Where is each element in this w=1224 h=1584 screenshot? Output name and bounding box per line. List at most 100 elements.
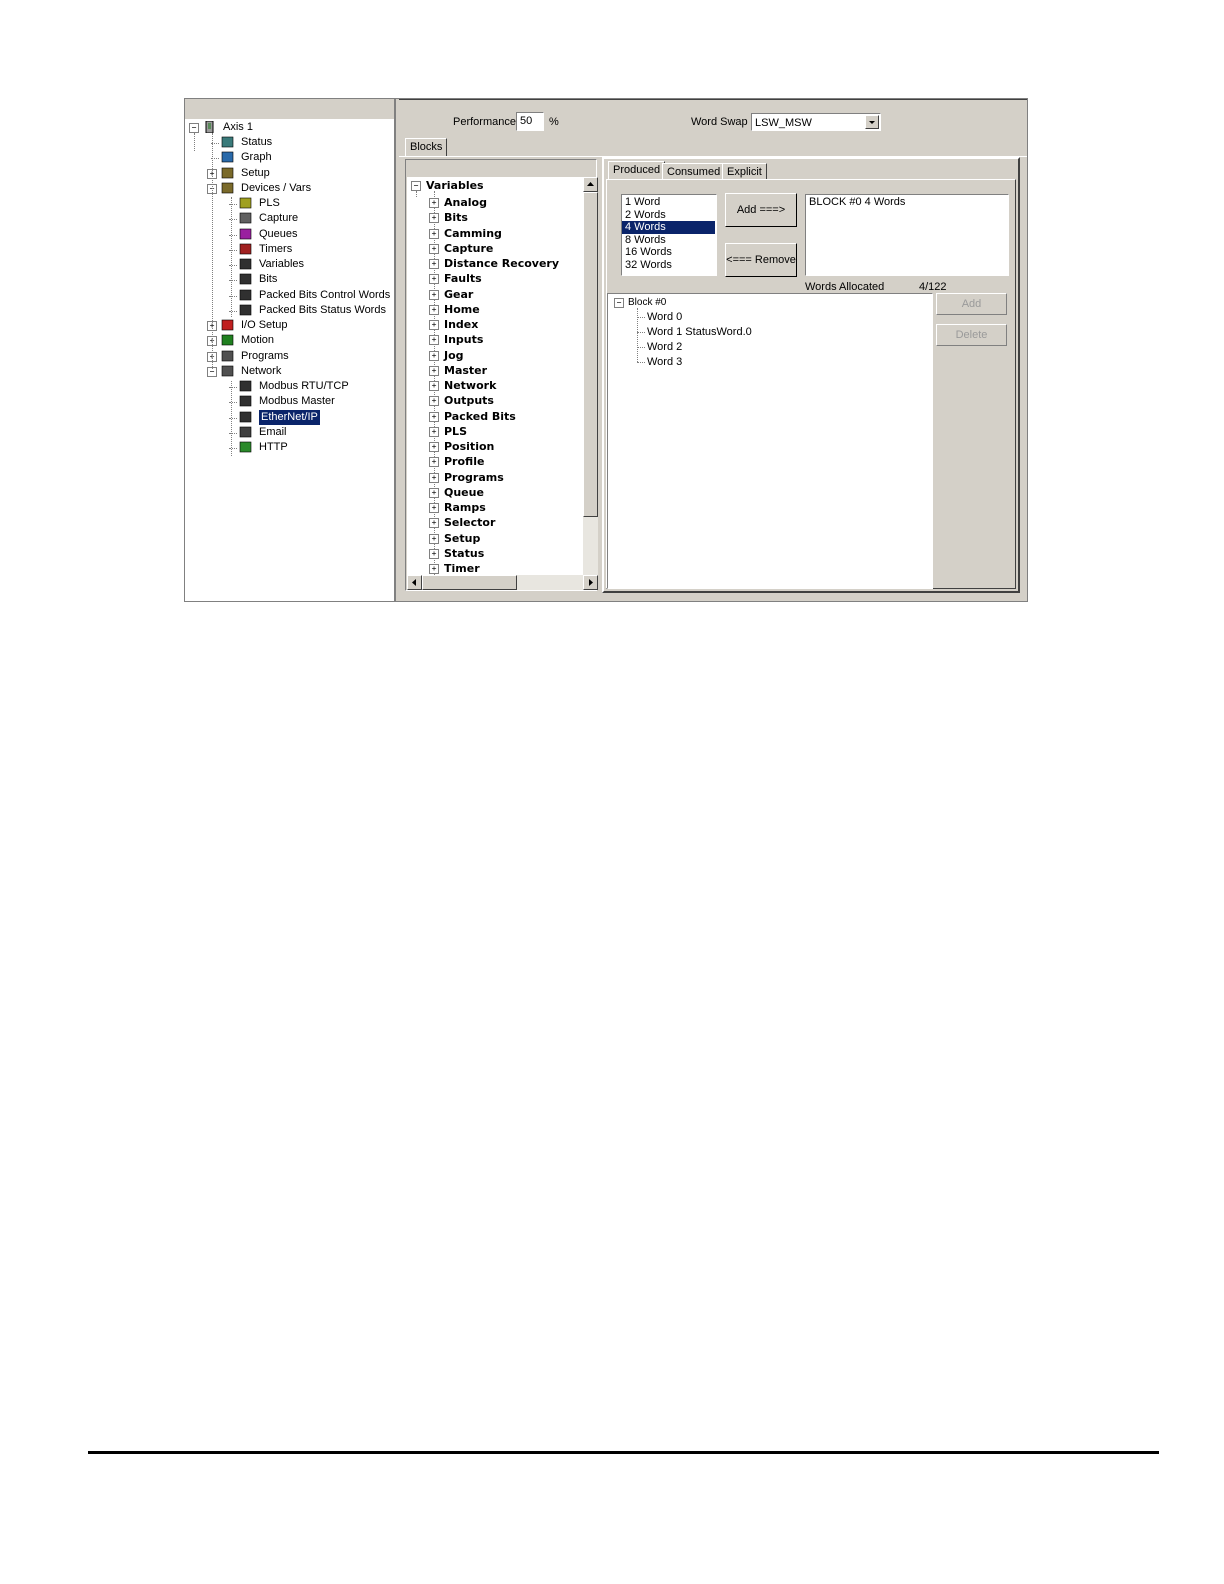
remove-block-button[interactable]: <=== Remove [725,243,797,277]
vertical-scrollbar[interactable] [583,177,598,575]
expand-icon[interactable]: + [429,198,439,208]
performance-input[interactable]: 50 [516,112,544,131]
block-tree[interactable]: − Block #0 Word 0 Word 1 StatusWord.0 Wo… [607,293,933,589]
tree-item[interactable]: HTTP [185,440,394,455]
list-item[interactable]: 1 Word [622,196,716,209]
add-block-button[interactable]: Add ===> [725,193,797,227]
variable-group[interactable]: Setup [444,532,480,545]
block-word[interactable]: Word 3 [647,355,682,370]
expand-icon[interactable]: + [429,487,439,498]
tree-item[interactable]: + Programs [185,349,394,364]
expand-icon[interactable]: + [429,243,439,254]
expand-icon[interactable]: + [429,274,439,285]
variable-group[interactable]: Inputs [444,333,483,346]
tree-item[interactable]: Status [185,135,394,150]
variable-group[interactable]: Gear [444,288,473,301]
list-item[interactable]: 8 Words [622,234,716,247]
variable-group[interactable]: Index [444,318,478,331]
variable-group[interactable]: Distance Recovery [444,257,559,270]
variable-group[interactable]: Position [444,440,494,453]
variable-group[interactable]: Selector [444,516,495,529]
scroll-thumb[interactable] [583,192,598,517]
tree-item[interactable]: + Setup [185,166,394,181]
tree-item[interactable]: Timers [185,242,394,257]
tree-item[interactable]: PLS [185,196,394,211]
expand-icon[interactable]: + [429,533,439,544]
scroll-left-button[interactable] [407,575,422,590]
expand-icon[interactable]: + [429,396,439,407]
tree-item[interactable]: Bits [185,272,394,287]
tree-item[interactable]: Packed Bits Control Words [185,288,394,303]
collapse-icon[interactable]: − [189,123,199,133]
collapse-icon[interactable]: − [614,298,624,308]
block-listbox[interactable]: BLOCK #0 4 Words [805,194,1009,276]
variable-group[interactable]: Master [444,364,487,377]
tab-consumed[interactable]: Consumed [662,163,726,180]
list-item-selected[interactable]: 4 Words [622,221,715,234]
variable-group[interactable]: Ramps [444,501,486,514]
side-add-button[interactable]: Add [936,293,1007,315]
tree-item[interactable]: Capture [185,211,394,226]
expand-icon[interactable]: + [429,350,439,361]
tree-item[interactable]: − Devices / Vars [185,181,394,196]
expand-icon[interactable]: + [429,518,439,529]
variable-group[interactable]: Analog [444,196,487,209]
variable-group[interactable]: Outputs [444,394,494,407]
variable-group[interactable]: Programs [444,471,504,484]
tree-item[interactable]: Packed Bits Status Words [185,303,394,318]
variable-group[interactable]: Faults [444,272,482,285]
tree-item[interactable]: Queues [185,227,394,242]
expand-icon[interactable]: + [429,472,439,483]
expand-icon[interactable]: + [429,289,439,300]
block-word[interactable]: Word 1 StatusWord.0 [647,325,752,340]
tab-produced[interactable]: Produced [608,161,666,180]
tree-item[interactable]: Graph [185,150,394,165]
variable-group[interactable]: Profile [444,455,484,468]
tab-explicit[interactable]: Explicit [722,163,767,180]
expand-icon[interactable]: + [429,548,439,559]
variable-group[interactable]: Queue [444,486,484,499]
dropdown-button[interactable] [865,115,879,129]
tree-root-axis[interactable]: Axis 1 [223,120,253,135]
variable-group[interactable]: Camming [444,227,502,240]
tree-item[interactable]: − Network [185,364,394,379]
expand-icon[interactable]: + [429,228,439,239]
variable-group[interactable]: Timer [444,562,480,575]
variable-group[interactable]: Home [444,303,480,316]
expand-icon[interactable]: + [429,564,439,574]
expand-icon[interactable]: + [429,503,439,513]
expand-icon[interactable]: + [429,381,439,391]
tab-blocks[interactable]: Blocks [405,138,448,157]
word-swap-select[interactable]: LSW_MSW [751,113,881,131]
variable-group[interactable]: Bits [444,211,468,224]
expand-icon[interactable]: + [429,304,439,315]
tree-item[interactable]: Variables [185,257,394,272]
expand-icon[interactable]: + [429,335,439,346]
side-delete-button[interactable]: Delete [936,324,1007,346]
project-tree[interactable]: − Axis 1 Status Graph + Setup − Devices / Var… [185,99,396,601]
variable-group[interactable]: Network [444,379,496,392]
variable-group[interactable]: Capture [444,242,493,255]
expand-icon[interactable]: + [429,365,439,376]
hscroll-thumb[interactable] [422,575,517,590]
expand-icon[interactable]: + [429,457,439,468]
collapse-icon[interactable]: − [411,181,421,191]
variable-group[interactable]: Packed Bits [444,410,516,423]
expand-icon[interactable]: + [429,320,439,330]
scroll-right-button[interactable] [583,575,598,590]
variable-group[interactable]: Jog [444,349,464,362]
list-item[interactable]: 2 Words [622,209,716,222]
expand-icon[interactable]: + [429,442,439,452]
horizontal-scrollbar[interactable] [407,575,598,590]
variable-group[interactable]: Status [444,547,484,560]
variables-tree[interactable]: − Variables + Analog + Bits + Camming + Capture… [407,177,583,575]
block-word[interactable]: Word 2 [647,340,682,355]
tree-item[interactable]: EtherNet/IP [185,409,394,425]
list-item[interactable]: BLOCK #0 4 Words [809,196,1005,208]
list-item[interactable]: 32 Words [622,259,716,272]
tree-item[interactable]: Email [185,425,394,440]
expand-icon[interactable]: + [429,411,439,422]
expand-icon[interactable]: + [429,213,439,224]
tree-item[interactable]: Modbus Master [185,394,394,409]
variable-group[interactable]: PLS [444,425,467,438]
